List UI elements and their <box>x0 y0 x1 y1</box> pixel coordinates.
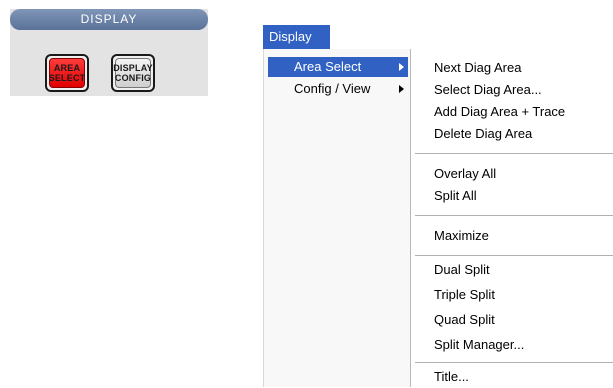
submenu-arrow-icon <box>399 63 404 71</box>
submenu-item-split-all[interactable]: Split All <box>434 185 477 207</box>
display-config-key-line2: CONFIG <box>114 73 152 83</box>
display-key-panel: DISPLAY AREA SELECT DISPLAY CONFIG <box>10 9 208 96</box>
submenu-arrow-icon <box>399 85 404 93</box>
menu-item-area-select[interactable]: Area Select <box>268 57 408 77</box>
area-select-key[interactable]: AREA SELECT <box>45 54 89 92</box>
display-config-key-line1: DISPLAY <box>113 63 153 73</box>
menu-separator <box>415 362 613 363</box>
menu-item-label: Area Select <box>294 59 362 74</box>
submenu-item-triple-split[interactable]: Triple Split <box>434 284 495 306</box>
submenu-item-delete-diag-area[interactable]: Delete Diag Area <box>434 123 532 145</box>
area-select-key-line1: AREA <box>53 63 81 73</box>
area-select-submenu: Next Diag Area Select Diag Area... Add D… <box>410 49 613 387</box>
submenu-item-add-diag-area-trace[interactable]: Add Diag Area + Trace <box>434 101 565 123</box>
submenu-item-title[interactable]: Title... <box>434 366 469 388</box>
submenu-item-maximize[interactable]: Maximize <box>434 225 489 247</box>
menu-item-label: Config / View <box>294 81 371 96</box>
area-select-key-line2: SELECT <box>48 73 86 83</box>
menu-display[interactable]: Display <box>263 25 330 49</box>
menu-separator <box>415 215 613 216</box>
submenu-item-quad-split[interactable]: Quad Split <box>434 309 495 331</box>
submenu-item-overlay-all[interactable]: Overlay All <box>434 163 496 185</box>
menu-separator <box>415 153 613 154</box>
menu-bar: Display <box>263 25 613 49</box>
submenu-item-dual-split[interactable]: Dual Split <box>434 259 490 281</box>
submenu-item-split-manager[interactable]: Split Manager... <box>434 334 524 356</box>
panel-header: DISPLAY <box>10 9 208 30</box>
submenu-item-next-diag-area[interactable]: Next Diag Area <box>434 57 521 79</box>
submenu-item-select-diag-area[interactable]: Select Diag Area... <box>434 79 542 101</box>
display-config-key[interactable]: DISPLAY CONFIG <box>111 54 155 92</box>
menu-item-config-view[interactable]: Config / View <box>268 79 408 99</box>
display-config-key-face: DISPLAY CONFIG <box>113 58 153 88</box>
display-menu: Area Select Config / View <box>263 49 411 387</box>
menu-separator <box>415 255 613 256</box>
area-select-key-face: AREA SELECT <box>49 58 85 88</box>
